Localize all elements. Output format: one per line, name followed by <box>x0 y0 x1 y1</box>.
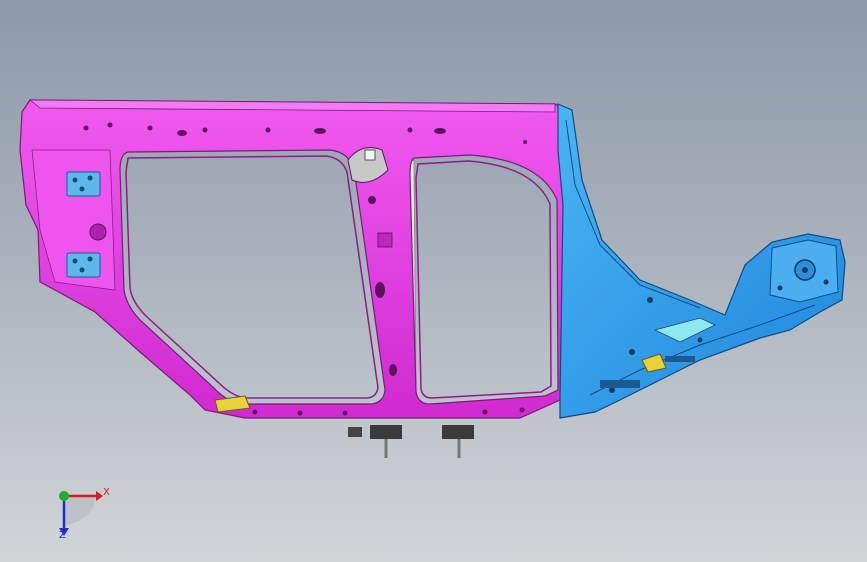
body-side-panel-model[interactable] <box>0 0 867 562</box>
graphics-viewport[interactable]: X Z <box>0 0 867 562</box>
triad-backdrop <box>64 496 96 526</box>
b-pillar-slot <box>377 232 393 248</box>
door-frame-rear-edge <box>415 160 552 399</box>
y-axis-dot <box>59 491 69 501</box>
z-axis-label: Z <box>59 530 66 541</box>
b-pillar-label-square <box>364 149 376 161</box>
x-axis-label: X <box>103 487 110 498</box>
panel-holes <box>83 122 527 416</box>
rear-mount-center <box>802 267 808 273</box>
sill-fasteners <box>348 425 474 458</box>
